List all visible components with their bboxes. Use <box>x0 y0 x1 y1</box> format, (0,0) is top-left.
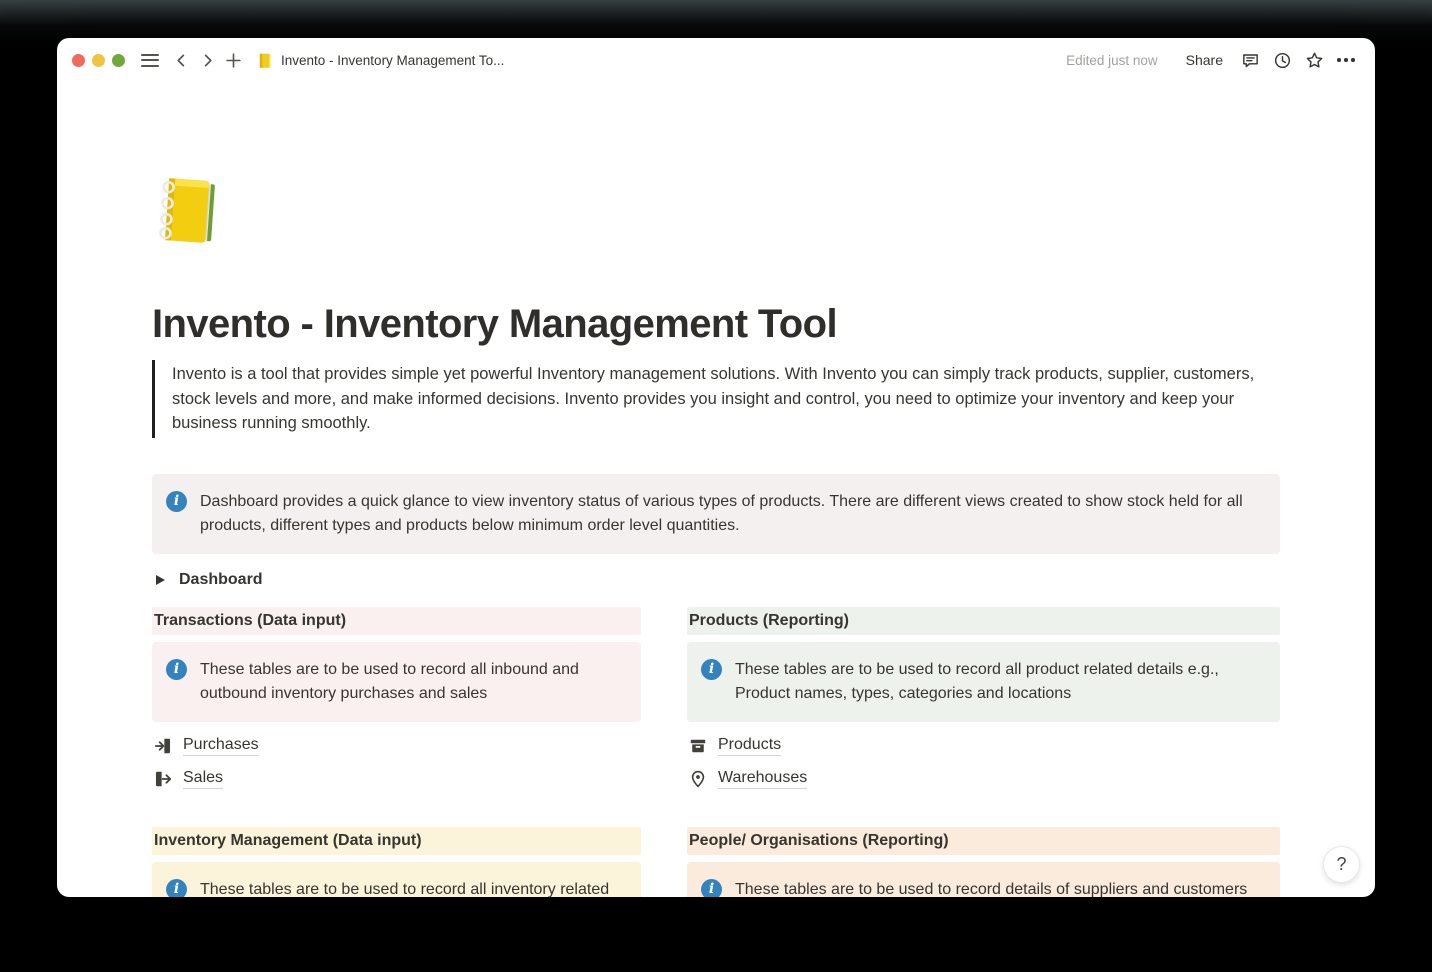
location-pin-icon <box>689 770 707 788</box>
toolbar: Invento - Inventory Management To... Edi… <box>57 38 1375 82</box>
window-controls <box>72 54 125 67</box>
app-window: Invento - Inventory Management To... Edi… <box>57 38 1375 897</box>
info-icon: i <box>166 491 187 512</box>
current-tab[interactable]: Invento - Inventory Management To... <box>256 52 504 69</box>
share-button[interactable]: Share <box>1178 48 1231 72</box>
dashboard-toggle[interactable]: Dashboard <box>152 566 1280 594</box>
info-icon: i <box>166 879 187 898</box>
section-callout-text: These tables are to be used to record al… <box>200 658 625 706</box>
section-people-organisations: People/ Organisations (Reporting) i Thes… <box>687 827 1280 898</box>
zoom-window-button[interactable] <box>112 54 125 67</box>
dashboard-info-callout: i Dashboard provides a quick glance to v… <box>152 474 1280 554</box>
plus-icon <box>225 52 242 69</box>
archive-box-icon <box>689 737 707 755</box>
intro-quote: Invento is a tool that provides simple y… <box>152 360 1280 438</box>
toggle-triangle-icon[interactable] <box>156 575 165 585</box>
info-icon: i <box>701 879 722 898</box>
exit-door-icon <box>154 770 172 788</box>
forward-chevron-icon <box>200 53 215 68</box>
section-heading: Transactions (Data input) <box>152 607 641 635</box>
sidebar-menu-icon[interactable] <box>141 54 159 67</box>
section-heading: People/ Organisations (Reporting) <box>687 827 1280 855</box>
section-heading: Inventory Management (Data input) <box>152 827 641 855</box>
dashboard-info-text: Dashboard provides a quick glance to vie… <box>200 490 1264 538</box>
link-label: Purchases <box>183 736 259 756</box>
section-callout: i These tables are to be used to record … <box>152 862 641 898</box>
back-chevron-icon <box>174 53 189 68</box>
notebook-icon <box>256 52 273 69</box>
section-callout-text: These tables are to be used to record al… <box>735 658 1264 706</box>
dashboard-toggle-label: Dashboard <box>179 571 263 589</box>
link-label: Sales <box>183 769 223 789</box>
new-tab-button[interactable] <box>220 47 246 73</box>
link-label: Products <box>718 736 781 756</box>
section-callout-text: These tables are to be used to record de… <box>735 878 1247 898</box>
comment-icon <box>1241 51 1260 70</box>
section-callout-text: These tables are to be used to record al… <box>200 878 625 898</box>
info-icon: i <box>166 659 187 680</box>
help-button[interactable]: ? <box>1323 846 1360 883</box>
enter-door-icon <box>154 737 172 755</box>
link-label: Warehouses <box>718 769 807 789</box>
section-products: Products (Reporting) i These tables are … <box>687 607 1280 791</box>
page-link-purchases[interactable]: Purchases <box>152 734 641 758</box>
section-callout: i These tables are to be used to record … <box>687 862 1280 898</box>
sections-grid: Transactions (Data input) i These tables… <box>152 607 1280 898</box>
more-options-button[interactable] <box>1333 47 1359 73</box>
minimize-window-button[interactable] <box>92 54 105 67</box>
page-link-sales[interactable]: Sales <box>152 767 641 791</box>
page-icon-notebook[interactable] <box>152 172 234 254</box>
back-button[interactable] <box>168 47 194 73</box>
section-callout: i These tables are to be used to record … <box>687 642 1280 722</box>
comments-button[interactable] <box>1237 47 1263 73</box>
star-icon <box>1305 51 1324 70</box>
page-title: Invento - Inventory Management Tool <box>152 299 1280 349</box>
clock-icon <box>1273 51 1292 70</box>
section-transactions: Transactions (Data input) i These tables… <box>152 607 641 791</box>
section-callout: i These tables are to be used to record … <box>152 642 641 722</box>
section-inventory-management: Inventory Management (Data input) i Thes… <box>152 827 641 898</box>
page-link-warehouses[interactable]: Warehouses <box>687 767 1280 791</box>
tab-title-text: Invento - Inventory Management To... <box>281 53 504 68</box>
page-content: Invento - Inventory Management Tool Inve… <box>57 82 1375 897</box>
edited-status: Edited just now <box>1066 53 1158 68</box>
close-window-button[interactable] <box>72 54 85 67</box>
section-heading: Products (Reporting) <box>687 607 1280 635</box>
forward-button[interactable] <box>194 47 220 73</box>
page-link-products[interactable]: Products <box>687 734 1280 758</box>
info-icon: i <box>701 659 722 680</box>
history-button[interactable] <box>1269 47 1295 73</box>
favorite-button[interactable] <box>1301 47 1327 73</box>
